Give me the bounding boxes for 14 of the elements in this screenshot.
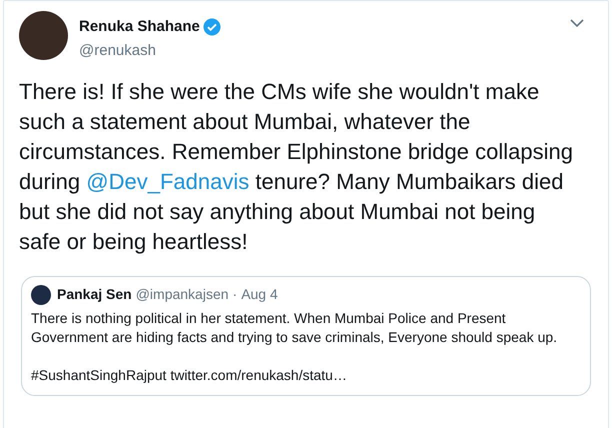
quoted-avatar (31, 284, 51, 304)
avatar[interactable] (19, 11, 68, 60)
author-handle[interactable]: @renukash (79, 41, 221, 61)
quoted-date: Aug 4 (241, 285, 278, 304)
tweet-text: There is! If she were the CMs wife she wouldn't make such a statement about Mumbai, whatever the circumstances. Remember Elphinstone bridge collapsing during @Dev_Fadnavis tenure? Many Mumbaikars died but she did not say anything about Mumbai not being safe or being heartless! (18, 78, 574, 256)
separator: · (232, 285, 238, 304)
chevron-down-icon[interactable] (570, 19, 584, 27)
quoted-text: There is nothing political in her statement. When Mumbai Police and Present Government are hiding facts and trying to save criminals, Everyone should speak up. (31, 309, 558, 347)
quoted-tweet[interactable] (21, 276, 591, 396)
author-name[interactable]: Renuka Shahane (79, 17, 200, 37)
mention-link[interactable]: @Dev_Fadnavis (86, 169, 250, 194)
quoted-text: #SushantSinghRajput twitter.com/renukash/statu… (31, 366, 348, 385)
quoted-author-name: Pankaj Sen (57, 285, 132, 304)
quoted-author-handle: @impankajsen (136, 285, 229, 304)
